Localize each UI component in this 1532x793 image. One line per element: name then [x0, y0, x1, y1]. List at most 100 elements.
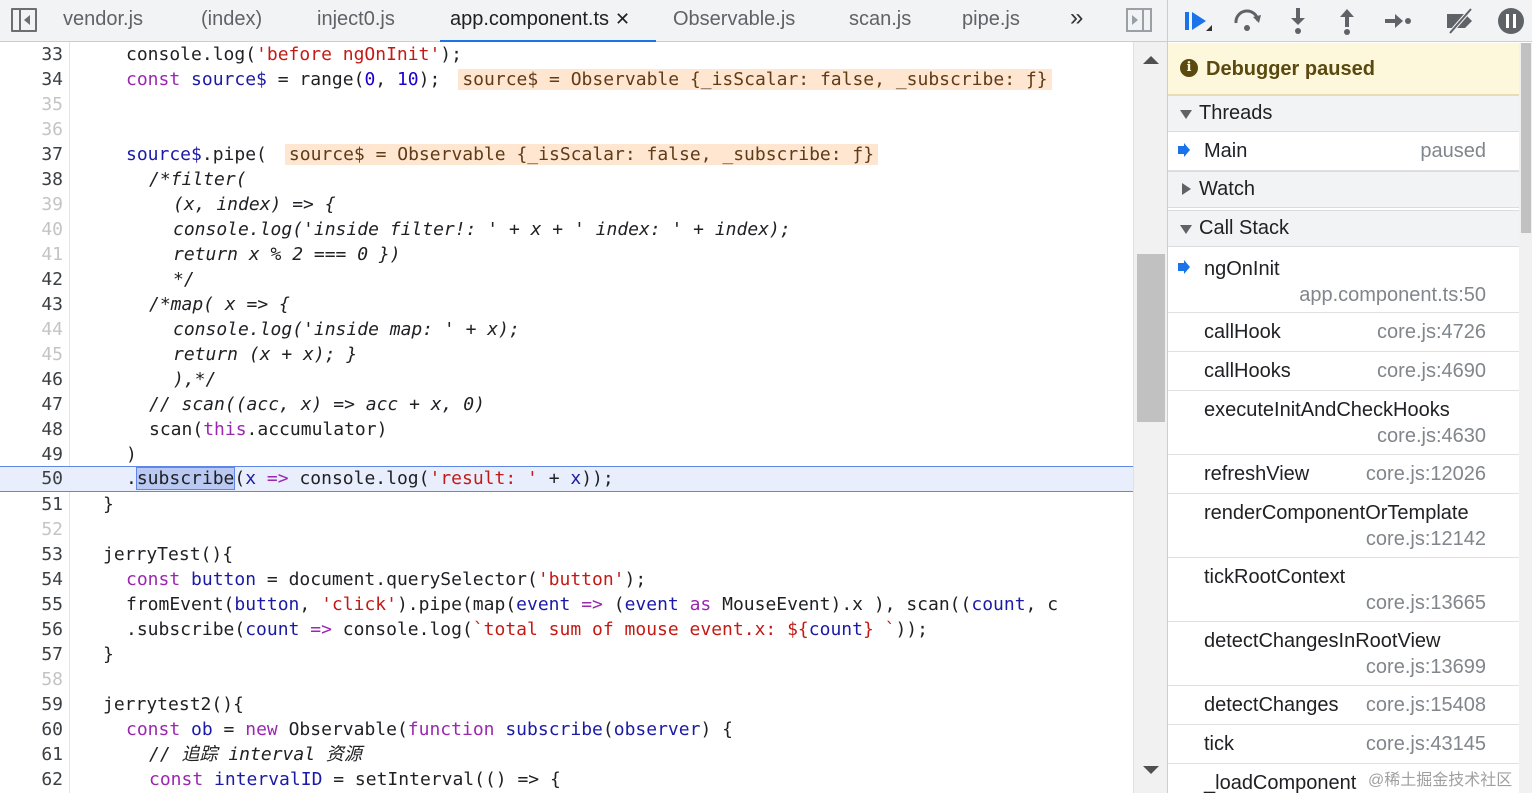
code-line[interactable]: 62 const intervalID = setInterval(() => {: [0, 767, 1133, 792]
debugger-sidebar-toggle-icon[interactable]: [1126, 8, 1152, 32]
line-number[interactable]: 45: [0, 342, 63, 367]
line-number[interactable]: 54: [0, 567, 63, 592]
scrollbar-thumb[interactable]: [1137, 254, 1165, 422]
line-number[interactable]: 53: [0, 542, 63, 567]
scroll-up-icon[interactable]: [1143, 56, 1159, 64]
line-number[interactable]: 48: [0, 417, 63, 442]
line-number[interactable]: 51: [0, 492, 63, 517]
line-number[interactable]: 44: [0, 317, 63, 342]
tab-inject0-js[interactable]: inject0.js: [317, 0, 395, 42]
line-number[interactable]: 49: [0, 442, 63, 467]
call-frame[interactable]: renderComponentOrTemplate core.js:12142: [1168, 494, 1519, 558]
code-line[interactable]: 56 .subscribe(count => console.log(`total…: [0, 617, 1133, 642]
scrollbar-thumb[interactable]: [1521, 43, 1531, 233]
call-frame[interactable]: executeInitAndCheckHooks core.js:4630: [1168, 391, 1519, 455]
pause-on-exceptions-icon[interactable]: [1495, 5, 1527, 37]
tab-index[interactable]: (index): [201, 0, 262, 42]
editor-scrollbar[interactable]: [1133, 42, 1167, 793]
call-frame[interactable]: tick core.js:43145: [1168, 725, 1519, 764]
line-number[interactable]: 35: [0, 92, 63, 117]
line-number[interactable]: 36: [0, 117, 63, 142]
line-number[interactable]: 55: [0, 592, 63, 617]
line-number[interactable]: 39: [0, 192, 63, 217]
line-number[interactable]: 58: [0, 667, 63, 692]
code-line[interactable]: 55 fromEvent(button, 'click').pipe(map(ev…: [0, 592, 1133, 617]
threads-section-header[interactable]: Threads: [1168, 95, 1519, 132]
line-number[interactable]: 62: [0, 767, 63, 792]
line-number[interactable]: 33: [0, 42, 63, 67]
line-number[interactable]: 61: [0, 742, 63, 767]
line-number[interactable]: 40: [0, 217, 63, 242]
line-number[interactable]: 41: [0, 242, 63, 267]
code-line[interactable]: 36: [0, 117, 1133, 142]
line-number[interactable]: 50: [0, 466, 63, 491]
code-line[interactable]: 58: [0, 667, 1133, 692]
close-icon[interactable]: ✕: [615, 9, 630, 29]
code-line[interactable]: 33 console.log('before ngOnInit');: [0, 42, 1133, 67]
code-line[interactable]: 38/*filter(: [0, 167, 1133, 192]
deactivate-breakpoints-icon[interactable]: [1444, 5, 1476, 37]
call-frame[interactable]: callHook core.js:4726: [1168, 313, 1519, 352]
sidebar-scrollbar[interactable]: [1519, 43, 1532, 793]
line-number[interactable]: 46: [0, 367, 63, 392]
step-icon[interactable]: [1381, 5, 1413, 37]
line-number[interactable]: 34: [0, 67, 63, 92]
code-line[interactable]: 51}: [0, 492, 1133, 517]
watch-section-header[interactable]: Watch: [1168, 171, 1519, 208]
line-number[interactable]: 43: [0, 292, 63, 317]
scroll-down-icon[interactable]: [1143, 766, 1159, 774]
line-number[interactable]: 59: [0, 692, 63, 717]
code-line[interactable]: 46),*/: [0, 367, 1133, 392]
code-line[interactable]: 48 scan(this.accumulator): [0, 417, 1133, 442]
more-tabs-icon[interactable]: »: [1070, 4, 1083, 32]
tab-observable-js[interactable]: Observable.js: [673, 0, 795, 42]
code-line[interactable]: 43/*map( x => {: [0, 292, 1133, 317]
thread-item-main[interactable]: Main paused: [1168, 132, 1519, 171]
call-frame-ngoninit[interactable]: ngOnInit app.component.ts:50: [1168, 248, 1519, 313]
line-number[interactable]: 37: [0, 142, 63, 167]
line-number[interactable]: 38: [0, 167, 63, 192]
step-into-icon[interactable]: [1282, 5, 1314, 37]
call-frame[interactable]: detectChanges core.js:15408: [1168, 686, 1519, 725]
code-line[interactable]: 35: [0, 92, 1133, 117]
code-line[interactable]: 52: [0, 517, 1133, 542]
line-number[interactable]: 42: [0, 267, 63, 292]
callstack-section-header[interactable]: Call Stack: [1168, 210, 1519, 247]
code-line[interactable]: 59 jerrytest2(){: [0, 692, 1133, 717]
tab-app-component-ts[interactable]: app.component.ts ✕: [440, 0, 656, 42]
tab-pipe-js[interactable]: pipe.js: [962, 0, 1020, 42]
code-line[interactable]: 41 return x % 2 === 0 }): [0, 242, 1133, 267]
call-frame[interactable]: refreshView core.js:12026: [1168, 455, 1519, 494]
code-line[interactable]: 45 return (x + x); }: [0, 342, 1133, 367]
line-number[interactable]: 56: [0, 617, 63, 642]
code-line[interactable]: 40 console.log('inside filter!: ' + x + '…: [0, 217, 1133, 242]
line-number[interactable]: 60: [0, 717, 63, 742]
code-line[interactable]: 34 const source$ = range(0, 10); source$ =…: [0, 67, 1133, 92]
call-frame[interactable]: callHooks core.js:4690: [1168, 352, 1519, 391]
code-line[interactable]: 42 */: [0, 267, 1133, 292]
step-out-icon[interactable]: [1331, 5, 1363, 37]
code-line[interactable]: 44 console.log('inside map: ' + x);: [0, 317, 1133, 342]
code-line[interactable]: 61// 追踪 interval 资源: [0, 742, 1133, 767]
execution-line[interactable]: 50 .subscribe(x => console.log('result: '…: [0, 466, 1133, 492]
code-line[interactable]: 54 const button = document.querySelector(…: [0, 567, 1133, 592]
resume-icon[interactable]: [1182, 5, 1214, 37]
line-number[interactable]: 52: [0, 517, 63, 542]
step-over-icon[interactable]: [1231, 5, 1263, 37]
code-line[interactable]: 49): [0, 442, 1133, 467]
tab-vendor-js[interactable]: vendor.js: [63, 0, 143, 42]
navigator-toggle-icon[interactable]: [11, 8, 37, 32]
call-frame[interactable]: detectChangesInRootView core.js:13699: [1168, 622, 1519, 686]
inline-value-preview: source$ = Observable {_isScalar: false, …: [458, 69, 1052, 90]
line-number[interactable]: 57: [0, 642, 63, 667]
tab-scan-js[interactable]: scan.js: [849, 0, 911, 42]
call-frame[interactable]: tickRootContext core.js:13665: [1168, 558, 1519, 622]
line-number[interactable]: 47: [0, 392, 63, 417]
code-line[interactable]: 37 source$.pipe(source$ = Observable {_is…: [0, 142, 1133, 167]
code-line[interactable]: 60 const ob = new Observable(function sub…: [0, 717, 1133, 742]
code-line[interactable]: 39 (x, index) => {: [0, 192, 1133, 217]
code-editor[interactable]: 33 console.log('before ngOnInit'); 34 cons…: [0, 42, 1133, 793]
code-line[interactable]: 57}: [0, 642, 1133, 667]
code-line[interactable]: 47// scan((acc, x) => acc + x, 0): [0, 392, 1133, 417]
code-line[interactable]: 53 jerryTest(){: [0, 542, 1133, 567]
